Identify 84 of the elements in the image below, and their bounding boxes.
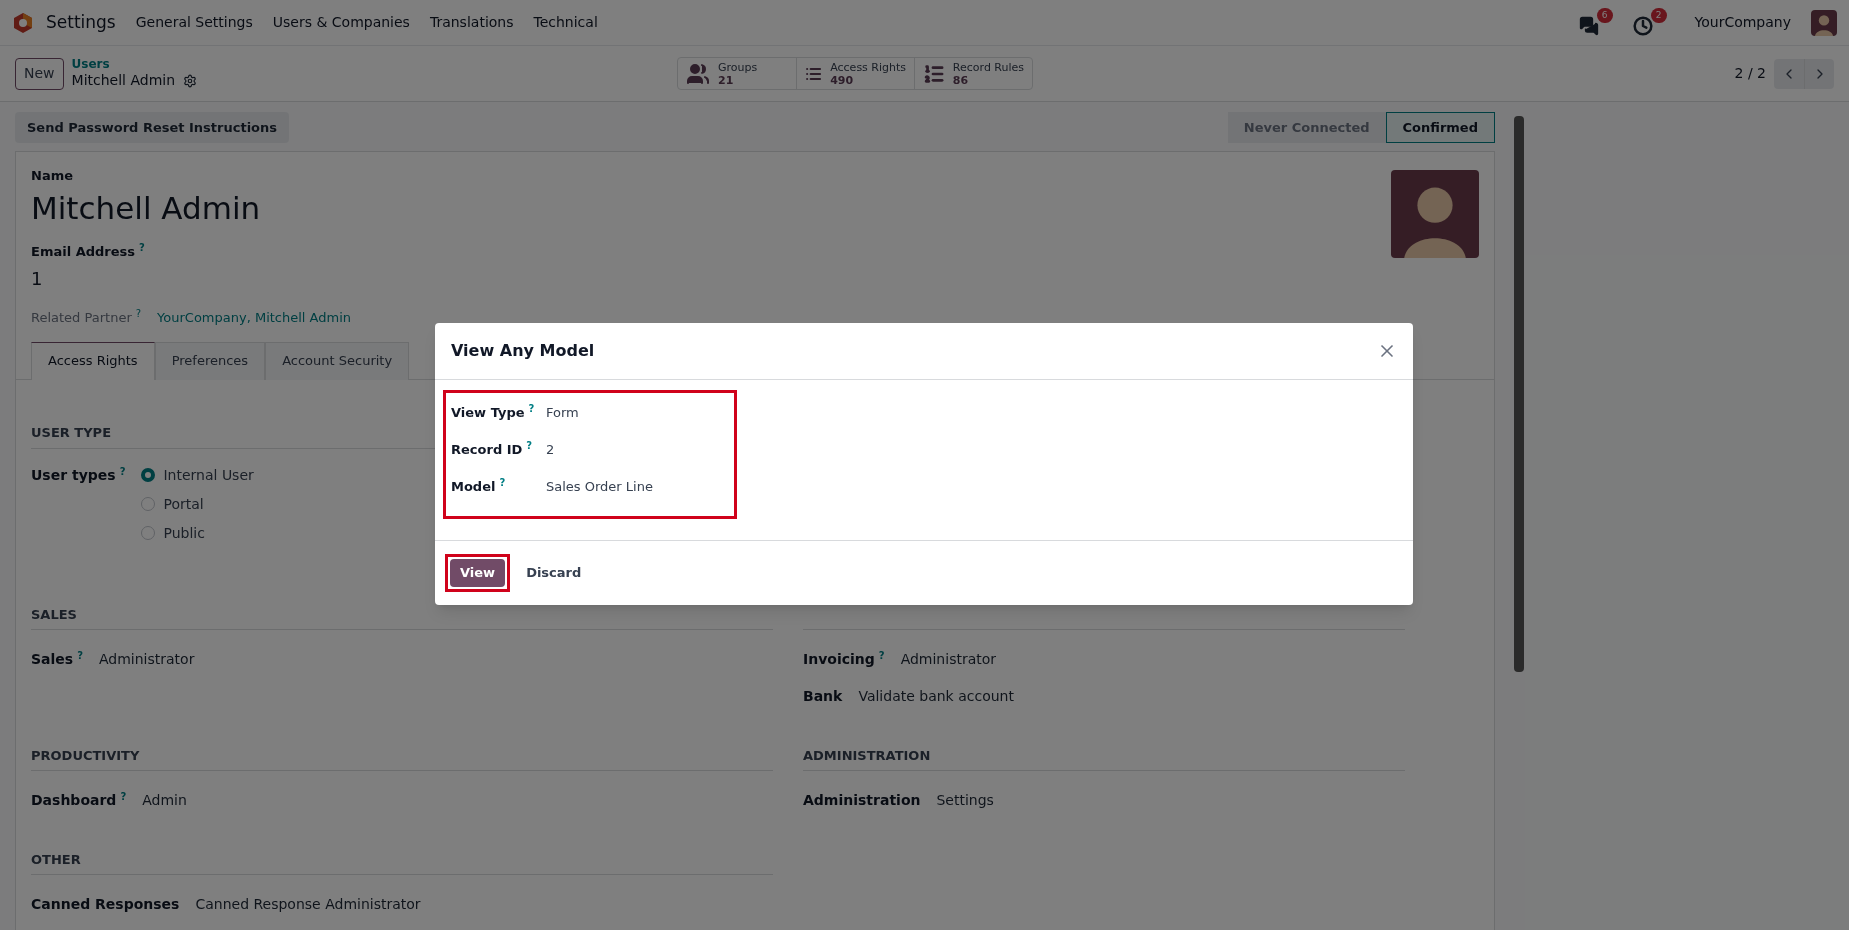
reset-password-button[interactable]: Send Password Reset Instructions (15, 112, 289, 143)
section-title: OTHER (31, 851, 81, 869)
form-tab[interactable]: Preferences (154, 341, 266, 380)
field-value: Sales Order Line (546, 478, 653, 496)
section-title: USER TYPE (31, 424, 112, 440)
help-mark[interactable]: ? (526, 440, 533, 451)
discard-button[interactable]: Discard (522, 559, 586, 587)
field-value: Form (546, 404, 579, 422)
radio-option[interactable]: Internal User (141, 464, 254, 486)
help-mark[interactable]: ? (77, 649, 83, 661)
count-badge: 2 (1650, 7, 1667, 23)
avatar-icon (1811, 9, 1837, 36)
field-value: 2 (546, 441, 555, 459)
section-title: PRODUCTIVITY (31, 747, 140, 765)
stat-value: 490 (830, 73, 855, 87)
field-value: Settings (936, 790, 994, 810)
avatar-icon (1391, 170, 1479, 258)
field-label: Dashboard $^{?}$ (31, 789, 128, 810)
messages-button[interactable]: 6 (1578, 7, 1613, 38)
stat-label: Access Rights (830, 60, 907, 74)
field-label: Model $^{?}$ (451, 477, 507, 496)
name-value: Mitchell Admin (31, 188, 262, 228)
field-label: Administration (803, 790, 922, 810)
stat-button[interactable]: Record Rules 86 (914, 58, 1033, 89)
partner-link[interactable]: YourCompany, Mitchell Admin (157, 308, 352, 328)
count-badge: 6 (1596, 7, 1613, 23)
view-button[interactable]: View (450, 559, 506, 587)
field-value: Validate bank account (858, 686, 1014, 706)
radio-option[interactable]: Portal (141, 493, 254, 515)
clock-icon (1632, 15, 1653, 36)
field-value: Administrator (99, 649, 195, 669)
status-step[interactable]: Confirmed (1385, 112, 1495, 143)
stat-button[interactable]: Groups 21 (678, 58, 797, 89)
status-step[interactable]: Never Connected (1227, 112, 1386, 143)
stat-value: 21 (718, 73, 735, 87)
email-value: 1 (31, 267, 44, 291)
form-tab[interactable]: Account Security (265, 341, 410, 380)
chat-icon (1578, 15, 1599, 36)
app-title[interactable]: Settings (46, 9, 116, 36)
field-label: Invoicing $^{?}$ (803, 648, 886, 669)
stat-button[interactable]: Access Rights 490 (796, 58, 915, 89)
users-icon (686, 61, 711, 86)
stat-label: Groups (718, 60, 758, 74)
gear-icon[interactable] (183, 74, 198, 88)
menu-item[interactable]: Technical (533, 12, 598, 33)
new-button[interactable]: New (15, 57, 64, 90)
field-value: Administrator (900, 649, 997, 669)
help-mark[interactable]: ? (878, 649, 885, 661)
field-label: Canned Responses (31, 894, 181, 914)
help-mark[interactable]: ? (528, 403, 535, 414)
help-mark[interactable]: ? (139, 241, 145, 253)
radio-option[interactable]: Public (141, 522, 254, 544)
company-name[interactable]: YourCompany (1694, 12, 1791, 33)
menu-item[interactable]: Translations (429, 12, 514, 33)
menu-item[interactable]: Users & Companies (272, 12, 410, 33)
field-label: Name (31, 167, 74, 185)
field-label: View Type $^{?}$ (451, 403, 536, 422)
activities-button[interactable]: 2 (1632, 7, 1667, 38)
menu-item[interactable]: General Settings (135, 12, 253, 33)
field-value: Canned Response Administrator (195, 894, 421, 914)
help-mark[interactable]: ? (499, 477, 506, 488)
field-label: Sales $^{?}$ (31, 648, 84, 669)
stat-value: 86 (952, 73, 970, 87)
field-label: User types $^{?}$ (31, 464, 127, 485)
stat-label: Record Rules (952, 60, 1025, 74)
record-title: Mitchell Admin (71, 72, 176, 90)
section-title: ADMINISTRATION (803, 747, 931, 765)
field-label: Bank (803, 686, 844, 706)
help-mark[interactable]: ? (120, 790, 127, 802)
help-mark[interactable]: ? (119, 465, 126, 477)
form-tab[interactable]: Access Rights (31, 341, 155, 380)
app-logo-icon (12, 11, 34, 34)
field-label: Record ID $^{?}$ (451, 440, 534, 459)
pager-value: 2 / 2 (1734, 64, 1766, 83)
previous-button[interactable] (1774, 58, 1804, 89)
next-button[interactable] (1804, 58, 1834, 89)
field-value: Admin (142, 790, 187, 810)
field-label: Related Partner $^{?}$ (31, 308, 142, 327)
breadcrumb-link[interactable]: Users (71, 57, 198, 73)
field-label: Email Address $^{?}$ (31, 241, 146, 261)
section-title: SALES (31, 606, 77, 624)
help-mark[interactable]: ? (135, 308, 142, 319)
dialog-title: View Any Model (451, 340, 595, 362)
scrollbar[interactable] (1514, 116, 1524, 672)
